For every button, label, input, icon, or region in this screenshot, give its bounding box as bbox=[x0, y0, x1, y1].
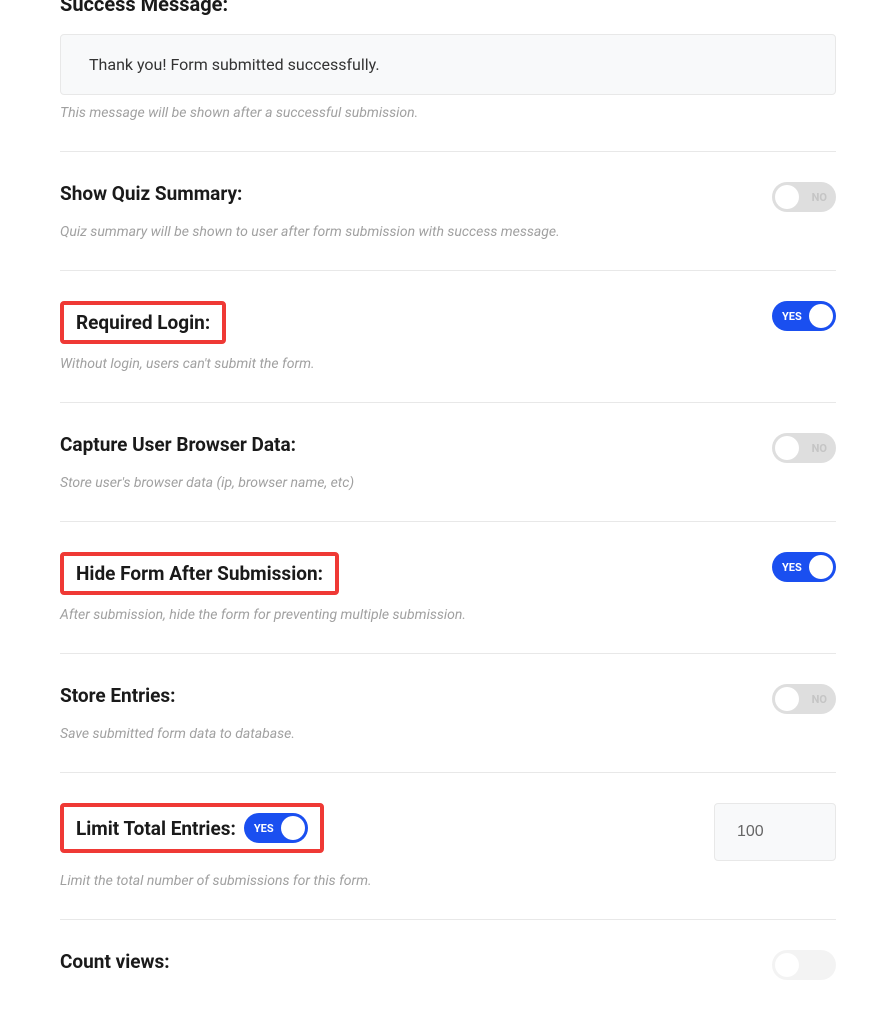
hide-form-highlight: Hide Form After Submission: bbox=[60, 552, 339, 595]
divider bbox=[60, 772, 836, 773]
store-entries-label: Store Entries: bbox=[60, 684, 176, 707]
limit-entries-toggle[interactable]: YES bbox=[244, 813, 308, 843]
toggle-knob bbox=[809, 555, 833, 579]
toggle-knob bbox=[775, 436, 799, 460]
limit-entries-highlight: Limit Total Entries: YES bbox=[60, 803, 324, 853]
toggle-text: YES bbox=[782, 310, 802, 323]
hide-form-helper: After submission, hide the form for prev… bbox=[60, 607, 836, 623]
required-login-label: Required Login: bbox=[76, 311, 210, 334]
store-entries-toggle[interactable]: NO bbox=[772, 684, 836, 714]
limit-entries-input[interactable] bbox=[714, 803, 836, 861]
toggle-text: NO bbox=[812, 442, 827, 455]
capture-browser-data-helper: Store user's browser data (ip, browser n… bbox=[60, 475, 836, 491]
divider bbox=[60, 151, 836, 152]
toggle-knob bbox=[775, 953, 799, 977]
success-message-title: Success Message: bbox=[60, 0, 836, 16]
required-login-helper: Without login, users can't submit the fo… bbox=[60, 356, 836, 372]
divider bbox=[60, 402, 836, 403]
count-views-toggle[interactable] bbox=[772, 950, 836, 980]
limit-entries-label: Limit Total Entries: bbox=[76, 817, 236, 840]
divider bbox=[60, 270, 836, 271]
show-quiz-summary-toggle[interactable]: NO bbox=[772, 182, 836, 212]
toggle-knob bbox=[809, 304, 833, 328]
limit-entries-helper: Limit the total number of submissions fo… bbox=[60, 873, 836, 889]
store-entries-helper: Save submitted form data to database. bbox=[60, 726, 836, 742]
toggle-text: YES bbox=[254, 822, 274, 835]
toggle-text: NO bbox=[812, 693, 827, 706]
success-message-helper: This message will be shown after a succe… bbox=[60, 105, 836, 121]
count-views-label: Count views: bbox=[60, 950, 170, 973]
toggle-knob bbox=[281, 816, 305, 840]
required-login-toggle[interactable]: YES bbox=[772, 301, 836, 331]
toggle-knob bbox=[775, 687, 799, 711]
hide-form-label: Hide Form After Submission: bbox=[76, 562, 323, 585]
hide-form-toggle[interactable]: YES bbox=[772, 552, 836, 582]
toggle-text: YES bbox=[782, 561, 802, 574]
show-quiz-summary-label: Show Quiz Summary: bbox=[60, 182, 242, 205]
success-message-input[interactable]: Thank you! Form submitted successfully. bbox=[60, 34, 836, 95]
divider bbox=[60, 653, 836, 654]
toggle-knob bbox=[775, 185, 799, 209]
capture-browser-data-toggle[interactable]: NO bbox=[772, 433, 836, 463]
show-quiz-summary-helper: Quiz summary will be shown to user after… bbox=[60, 224, 836, 240]
required-login-highlight: Required Login: bbox=[60, 301, 226, 344]
toggle-text: NO bbox=[812, 191, 827, 204]
divider bbox=[60, 919, 836, 920]
divider bbox=[60, 521, 836, 522]
capture-browser-data-label: Capture User Browser Data: bbox=[60, 433, 296, 456]
